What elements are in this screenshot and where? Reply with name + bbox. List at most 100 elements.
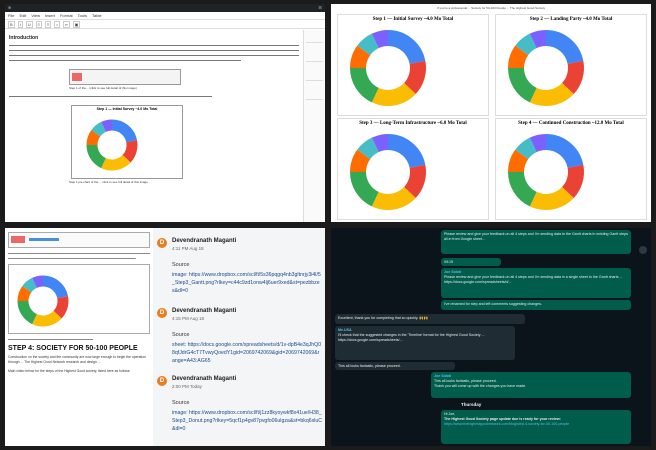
donut-segment (91, 121, 107, 137)
comment-3[interactable]: D Devendranath Maganti 2:00 PM Today Sou… (157, 376, 322, 442)
document-page[interactable]: STEP 4: SOCIETY FOR 50-100 PEOPLE Constr… (5, 228, 153, 446)
donut-segment (508, 149, 529, 173)
donut-segment (508, 67, 538, 103)
donut-chart (350, 30, 426, 106)
editor-window: ⊕ ☰ File Edit View Insert Format Tools T… (5, 4, 325, 222)
chat-message-out[interactable]: Joe Sidoti This all looks fantastic, ple… (431, 372, 631, 398)
menu-edit[interactable]: Edit (19, 12, 26, 19)
menu-format[interactable]: Format (60, 12, 73, 19)
list-icon[interactable]: • (54, 20, 60, 28)
sidebar-block-3[interactable] (306, 70, 323, 81)
avatar: D (157, 238, 167, 248)
gantt-image[interactable] (69, 69, 181, 85)
editor-toolbar: B I U ≡ ≡ • ∞ ▣ (5, 20, 325, 29)
comment-1[interactable]: D Devendranath Maganti 4:11 PM Aug 18 So… (157, 238, 322, 302)
donut-chart (508, 134, 584, 210)
doc-donut-image[interactable] (8, 264, 150, 334)
charts-dashboard: If you're a professional ... Society for… (331, 4, 651, 222)
image-icon[interactable]: ▣ (72, 20, 81, 28)
reaction-icon[interactable] (639, 246, 647, 254)
comment-text[interactable]: image: https://www.dropbox.com/scl/fi/5s… (172, 271, 322, 295)
donut-segment (350, 149, 371, 173)
donut-chart (508, 30, 584, 106)
sidebar-block-1[interactable] (306, 32, 323, 43)
editor-sidebar (303, 30, 325, 222)
doc-paragraph-2: Main video below for the steps of the Hi… (8, 369, 131, 373)
chat-message-time: 09:15 (441, 258, 501, 266)
chat-message-out[interactable]: Hi Joe, The Highest Good Society page up… (441, 410, 631, 444)
donut-segment (101, 154, 131, 171)
message-text: I'll check that the suggested changes in… (338, 333, 485, 342)
comments-panel: D Devendranath Maganti 4:11 PM Aug 18 So… (153, 228, 325, 446)
donut-segment (111, 119, 138, 143)
sidebar-block-4[interactable] (306, 89, 323, 100)
day-separator: Thursday (461, 402, 482, 407)
doc-donut-svg (17, 275, 69, 327)
document-with-comments: STEP 4: SOCIETY FOR 50-100 PEOPLE Constr… (5, 228, 325, 446)
chart-step-4: Step 4 — Continued Construction ~12.0 Mo… (495, 118, 647, 220)
message-text: I've renamed for step and left comments … (444, 302, 542, 306)
align-center-icon[interactable]: ≡ (45, 20, 52, 28)
align-left-icon[interactable]: ≡ (35, 20, 43, 28)
text-line-4 (9, 58, 299, 63)
donut-segment (22, 277, 38, 293)
chat-message-in[interactable]: Excellent, thank you for completing that… (335, 314, 525, 324)
comment-time: 4:15 PM Aug 18 (172, 316, 205, 321)
comment-label: Source (172, 332, 190, 338)
comment-author: Devendranath Maganti (172, 376, 237, 382)
donut-segment (403, 164, 426, 199)
donut-segment (17, 286, 32, 302)
editor-content[interactable]: Introduction Step 1 of the... (click to … (5, 30, 303, 222)
message-text: Please review and give your feedback on … (444, 275, 623, 284)
donut-chart (350, 134, 426, 210)
menu-file[interactable]: File (8, 12, 14, 19)
donut-segment (508, 45, 529, 69)
doc-paragraph-1: Construction on the society and the comm… (8, 355, 146, 364)
chart-step-3: Step 3 — Long-Term Infrastructure ~6.0 M… (337, 118, 489, 220)
chat-message-in[interactable]: Me.USA I'll check that the suggested cha… (335, 326, 515, 360)
menu-tools[interactable]: Tools (78, 12, 87, 19)
message-greeting: Hi Joe, (444, 412, 456, 416)
chat-message-out[interactable]: Joe Sidoti Please review and give your f… (441, 268, 631, 298)
doc-caption-line (8, 337, 150, 342)
italic-icon[interactable]: I (17, 20, 23, 28)
comment-label: Source (172, 262, 190, 268)
menu-insert[interactable]: Insert (45, 12, 55, 19)
underline-icon[interactable]: U (25, 20, 33, 28)
editor-topbar: ⊕ ☰ (5, 4, 325, 12)
menu-table[interactable]: Table (92, 12, 102, 19)
text-line-5 (9, 94, 299, 99)
message-text: Thank you will come up with the changes … (434, 384, 527, 388)
bold-icon[interactable]: B (8, 20, 15, 28)
editor-donut-svg (86, 119, 138, 171)
donut-segment (371, 134, 389, 153)
doc-heading: STEP 4: SOCIETY FOR 50-100 PEOPLE (8, 345, 138, 352)
message-link[interactable]: https://www.thehighestgoodnetwork.com/bl… (444, 422, 569, 426)
donut-segment (17, 300, 38, 325)
chat-message-out[interactable]: I've renamed for step and left comments … (441, 300, 631, 310)
message-text: Please review and give your feedback on … (444, 232, 628, 241)
image-caption-1: Step 1 of the... (click to see full deta… (69, 86, 137, 90)
sidebar-block-2[interactable] (306, 51, 323, 62)
menu-view[interactable]: View (31, 12, 40, 19)
comment-2[interactable]: D Devendranath Maganti 4:15 PM Aug 18 So… (157, 308, 322, 372)
donut-segment (357, 33, 380, 56)
donut-segment (529, 30, 547, 49)
doc-gantt-thumbnail[interactable] (8, 232, 150, 248)
admin-menu-icon[interactable]: ☰ (318, 4, 322, 12)
avatar: D (157, 308, 167, 318)
donut-segment (86, 144, 107, 169)
chat-message-out[interactable]: Please review and give your feedback on … (441, 230, 631, 254)
donut-segment (371, 82, 416, 106)
chat-message-in[interactable]: This all looks fantastic, please proceed… (335, 362, 455, 370)
avatar: D (157, 376, 167, 386)
donut-segment (350, 171, 380, 207)
comment-text[interactable]: image: https://www.dropbox.com/scl/fi/j1… (172, 409, 322, 433)
message-time: 09:15 (444, 260, 453, 264)
link-icon[interactable]: ∞ (62, 20, 70, 28)
donut-image[interactable]: Step 1 — Initial Survey ~4.0 Mo Total (71, 105, 183, 179)
comment-text[interactable]: sheet: https://docs.google.com/spreadshe… (172, 341, 322, 365)
wp-logo-icon[interactable]: ⊕ (8, 4, 11, 12)
donut-segment (561, 164, 584, 199)
donut-segment (32, 310, 62, 327)
